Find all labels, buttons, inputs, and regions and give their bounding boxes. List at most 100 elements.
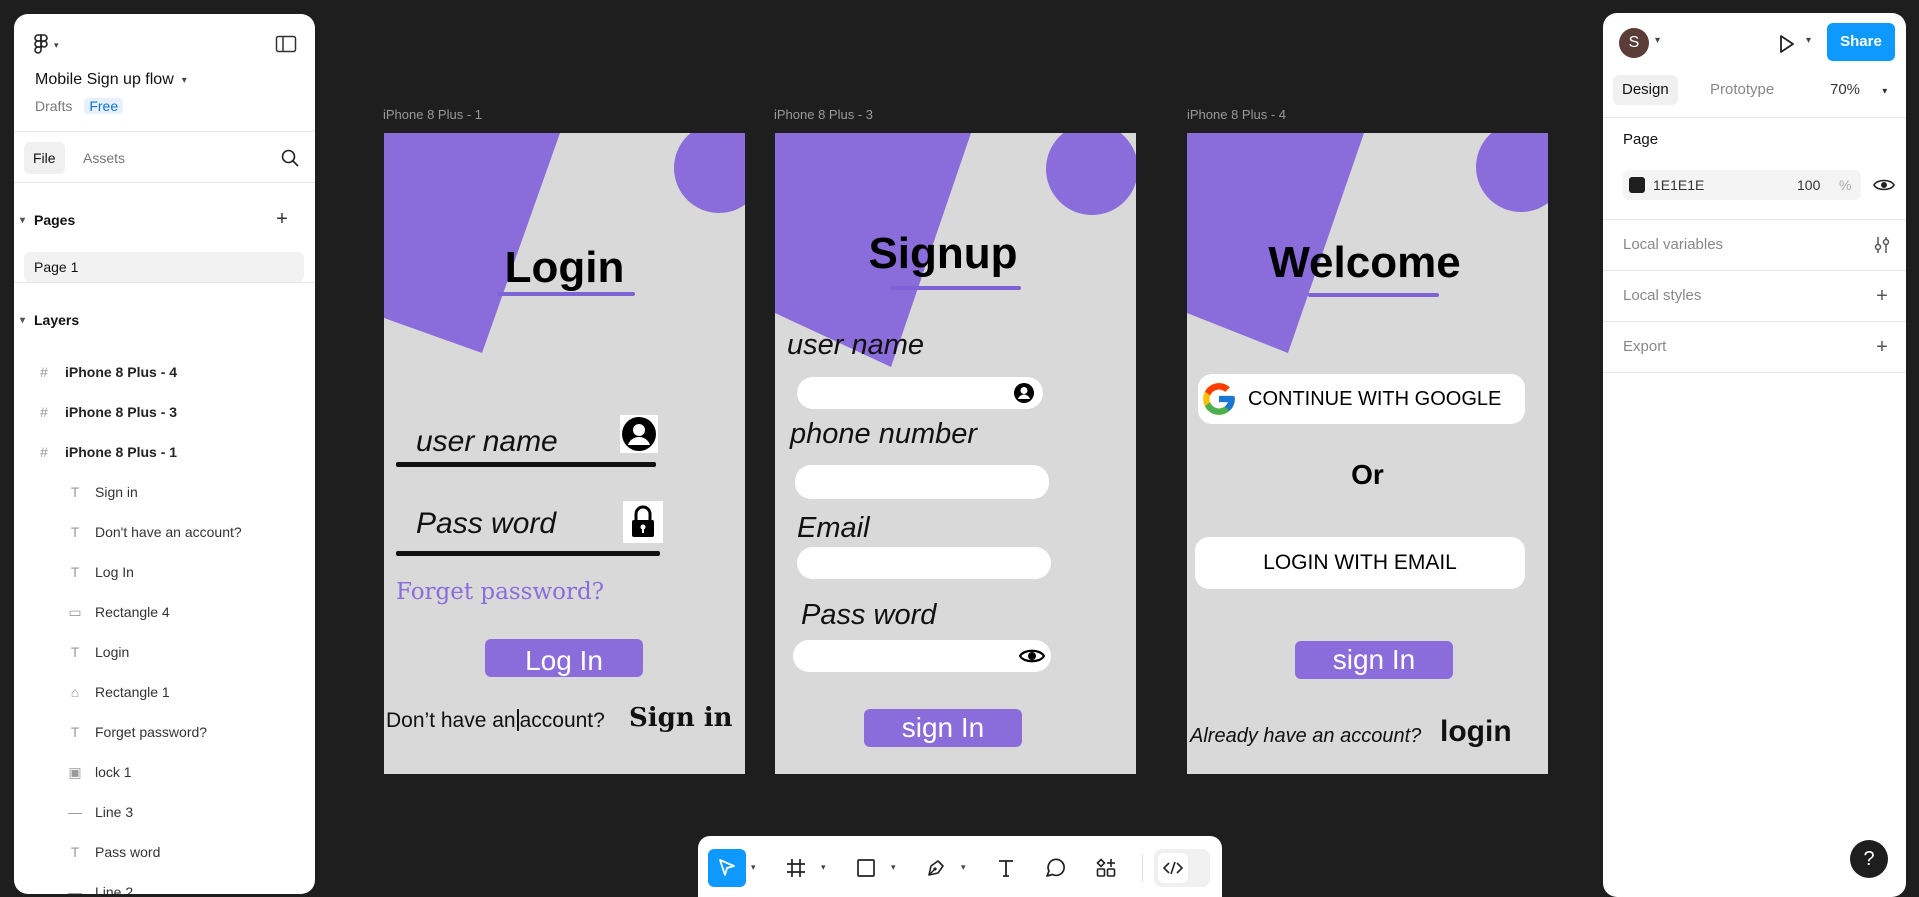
text-layer-icon: T [70, 724, 80, 740]
local-styles-label: Local styles [1623, 287, 1702, 304]
frame-label-signup[interactable]: iPhone 8 Plus - 3 [774, 107, 873, 122]
page-item-1[interactable]: Page 1 [24, 252, 304, 282]
layer-item[interactable]: — Line 3 [14, 792, 315, 832]
help-button[interactable]: ? [1850, 840, 1888, 878]
layer-item[interactable]: T Login [14, 632, 315, 672]
file-title[interactable]: Mobile Sign up flow ▾ [35, 71, 187, 89]
frame-login[interactable]: Login user name Pass word Forget passwor… [384, 133, 745, 774]
password-label: Pass word [801, 599, 937, 631]
layer-item[interactable]: ▭ Rectangle 4 [14, 592, 315, 632]
user-avatar[interactable]: S [1619, 28, 1649, 58]
frame-label-login[interactable]: iPhone 8 Plus - 1 [383, 107, 482, 122]
chevron-down-icon: ▾ [54, 39, 59, 50]
layer-item[interactable]: T Log In [14, 552, 315, 592]
bg-hex-value[interactable]: 1E1E1E [1653, 170, 1704, 200]
continue-with-google-button[interactable]: CONTINUE WITH GOOGLE [1198, 374, 1525, 424]
tab-assets[interactable]: Assets [74, 142, 134, 174]
layer-item[interactable]: T Pass word [14, 832, 315, 872]
chevron-down-icon[interactable]: ▾ [1655, 35, 1660, 46]
signin-button[interactable]: sign In [864, 709, 1022, 747]
chevron-down-icon[interactable]: ▾ [891, 862, 896, 873]
signin-button[interactable]: sign In [1295, 641, 1453, 679]
text-layer-icon: T [70, 484, 80, 500]
layer-item[interactable]: — Line 2 [14, 872, 315, 894]
share-button[interactable]: Share [1827, 23, 1895, 61]
page-background-color[interactable]: 1E1E1E 100 % [1623, 170, 1861, 200]
tab-prototype[interactable]: Prototype [1701, 75, 1783, 105]
title-underline [1308, 293, 1439, 297]
tab-design[interactable]: Design [1613, 75, 1678, 105]
signin-link[interactable]: Sign in [629, 703, 733, 733]
color-swatch[interactable] [1629, 177, 1645, 193]
layer-item[interactable]: # iPhone 8 Plus - 1 [14, 432, 315, 472]
export-row[interactable]: Export + [1603, 321, 1906, 373]
bottom-toolbar: ▾ ▾ ▾ ▾ [698, 836, 1222, 897]
add-export-icon[interactable]: + [1870, 335, 1894, 359]
dev-mode-toggle[interactable] [1154, 849, 1210, 887]
forgot-password-link[interactable]: Forget password? [396, 579, 604, 605]
divider [1603, 117, 1906, 118]
password-input[interactable] [793, 640, 1051, 672]
move-tool[interactable] [708, 849, 746, 887]
drafts-label[interactable]: Drafts [35, 98, 72, 114]
comment-tool[interactable] [1036, 849, 1074, 887]
layers-section-header[interactable]: ▾ Layers [20, 308, 302, 332]
layer-item[interactable]: T Sign in [14, 472, 315, 512]
present-play-icon[interactable] [1775, 33, 1797, 55]
tab-file[interactable]: File [24, 142, 65, 174]
add-page-button[interactable]: + [272, 208, 292, 232]
components-actions-icon [1096, 858, 1116, 877]
layer-item[interactable]: ⌂ Rectangle 1 [14, 672, 315, 712]
bg-opacity-value[interactable]: 100 [1797, 170, 1820, 200]
frame-signup[interactable]: Signup user name phone number Email Pass… [775, 133, 1136, 774]
local-styles-row[interactable]: Local styles + [1603, 270, 1906, 321]
add-style-icon[interactable]: + [1870, 284, 1894, 308]
username-input[interactable] [797, 377, 1043, 409]
chevron-down-icon[interactable]: ▾ [821, 862, 826, 873]
layer-item[interactable]: T Forget password? [14, 712, 315, 752]
login-title: Login [504, 243, 625, 292]
eye-icon[interactable] [1019, 646, 1045, 666]
comment-bubble-icon [1046, 858, 1065, 877]
layer-item[interactable]: # iPhone 8 Plus - 3 [14, 392, 315, 432]
local-variables-row[interactable]: Local variables [1603, 219, 1906, 270]
layer-item[interactable]: T Don't have an account? [14, 512, 315, 552]
actions-tool[interactable] [1087, 849, 1125, 887]
phone-input[interactable] [795, 465, 1049, 499]
variables-settings-icon[interactable] [1870, 233, 1894, 257]
layer-name: Line 3 [95, 804, 134, 820]
file-header: ▾ Mobile Sign up flow ▾ Drafts Free [14, 14, 315, 131]
chevron-down-icon[interactable]: ▾ [1806, 35, 1811, 46]
layer-item[interactable]: ▣ lock 1 [14, 752, 315, 792]
zoom-dropdown[interactable]: 70% ▾ [1830, 75, 1887, 105]
username-label: user name [787, 329, 925, 361]
frame-welcome[interactable]: Welcome CONTINUE WITH GOOGLE Or LOGIN WI… [1187, 133, 1548, 774]
login-link[interactable]: login [1440, 715, 1512, 749]
main-menu-button[interactable]: ▾ [34, 32, 59, 58]
layer-item[interactable]: # iPhone 8 Plus - 4 [14, 352, 315, 392]
pages-section-header[interactable]: ▾ Pages + [20, 208, 302, 232]
vector-layer-icon: ⌂ [70, 684, 80, 700]
lock-icon [623, 501, 663, 543]
layer-name: iPhone 8 Plus - 3 [65, 404, 178, 420]
text-tool[interactable] [987, 849, 1025, 887]
no-account-post: account? [519, 709, 605, 732]
login-button[interactable]: Log In [485, 639, 643, 677]
shape-tool[interactable] [847, 849, 885, 887]
chevron-down-icon[interactable]: ▾ [751, 862, 756, 873]
frame-tool[interactable] [777, 849, 815, 887]
login-with-email-button[interactable]: LOGIN WITH EMAIL [1195, 537, 1525, 589]
visibility-eye-icon[interactable] [1873, 175, 1895, 195]
email-input[interactable] [797, 547, 1051, 579]
sidebar-toggle-icon[interactable] [275, 34, 297, 54]
local-variables-label: Local variables [1623, 236, 1724, 253]
frame-icon: # [40, 364, 48, 380]
chevron-down-icon[interactable]: ▾ [961, 862, 966, 873]
pen-tool[interactable] [917, 849, 955, 887]
password-line[interactable] [396, 551, 660, 556]
layer-name: lock 1 [95, 764, 132, 780]
search-icon[interactable] [280, 148, 300, 168]
frame-label-welcome[interactable]: iPhone 8 Plus - 4 [1187, 107, 1286, 122]
layer-name: Line 2 [95, 884, 134, 894]
username-line[interactable] [396, 462, 656, 467]
